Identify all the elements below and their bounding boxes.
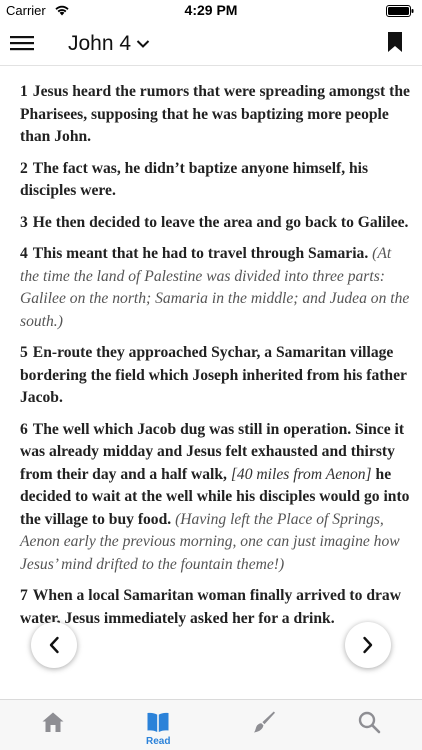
home-icon (42, 712, 64, 732)
verse-text: This meant that he had to travel through… (32, 245, 369, 262)
verse-text: He then decided to leave the area and go… (32, 213, 409, 231)
verse-4: 4 This meant that he had to travel throug… (20, 243, 412, 333)
battery-icon (386, 5, 414, 17)
chapter-content: 1 Jesus heard the rumors that were spread… (0, 67, 422, 699)
tab-home[interactable] (0, 700, 106, 750)
tab-highlights[interactable] (211, 700, 317, 750)
nav-bar: John 4 (0, 22, 422, 66)
verse-number: 1 (20, 83, 28, 100)
verse-3: 3 He then decided to leave the area and g… (20, 212, 412, 235)
verse-text: En-route they approached Sychar, a Samar… (20, 344, 407, 406)
book-open-icon (147, 712, 169, 732)
paintbrush-icon (253, 711, 275, 733)
chevron-down-icon (136, 40, 150, 48)
chapter-title: John 4 (68, 32, 132, 55)
verse-number: 6 (20, 420, 28, 438)
verse-7: 7 When a local Samaritan woman finally ar… (20, 585, 412, 630)
previous-chapter-button[interactable] (31, 622, 77, 668)
chapter-selector[interactable]: John 4 (68, 29, 150, 59)
status-bar: Carrier 4:29 PM (0, 0, 422, 22)
tab-read[interactable]: Read (106, 700, 212, 750)
verse-number: 2 (20, 159, 28, 177)
verse-2: 2 The fact was, he didn’t baptize anyone … (20, 158, 412, 203)
verse-number: 3 (20, 213, 28, 231)
search-icon (359, 711, 381, 734)
verse-1: 1 Jesus heard the rumors that were spread… (20, 81, 412, 149)
verse-number: 4 (20, 245, 28, 262)
verse-6: 6 The well which Jacob dug was still in o… (20, 419, 412, 577)
tab-read-label: Read (146, 736, 171, 747)
verse-number: 5 (20, 344, 28, 361)
verse-text: When a local Samaritan woman finally arr… (20, 587, 401, 627)
next-chapter-button[interactable] (345, 622, 391, 668)
hamburger-menu-icon[interactable] (10, 32, 36, 54)
verse-bracket-note: [40 miles from Aenon] (230, 465, 372, 483)
tab-bar: Read (0, 699, 422, 750)
tab-search[interactable] (317, 700, 422, 750)
chevron-left-icon (49, 636, 59, 654)
verse-text: Jesus heard the rumors that were spreadi… (20, 83, 410, 145)
bookmark-icon[interactable] (388, 32, 402, 52)
chevron-right-icon (363, 636, 373, 654)
status-time: 4:29 PM (184, 2, 238, 18)
verse-5: 5 En-route they approached Sychar, a Sama… (20, 342, 412, 410)
verse-number: 7 (20, 587, 28, 604)
verse-text: The fact was, he didn’t baptize anyone h… (20, 159, 369, 200)
